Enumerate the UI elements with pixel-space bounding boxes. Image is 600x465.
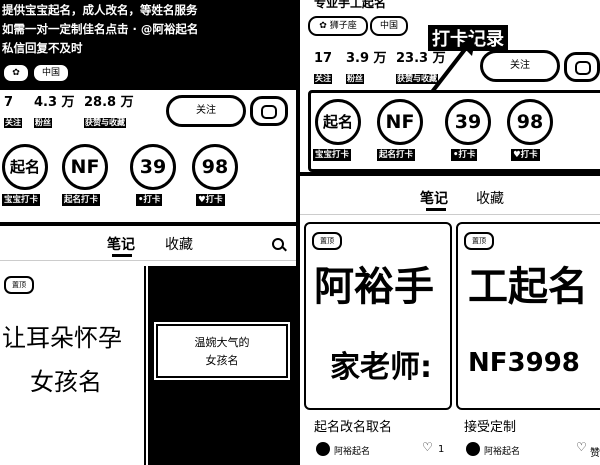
feed-left: 笔记 收藏 置顶 让耳朵怀孕 女孩名 温婉大气的 女孩名: [0, 226, 296, 465]
badge-nf[interactable]: NF: [62, 144, 108, 190]
note-card-1[interactable]: 置顶 让耳朵怀孕 女孩名: [0, 266, 146, 465]
gender-tag: ✿: [2, 63, 30, 83]
bio-line-3: 私信回复不及时: [2, 41, 83, 55]
card2-cover-line2: NF3998: [468, 348, 580, 378]
avatar[interactable]: [316, 442, 330, 456]
followers-count: 4.3 万: [34, 95, 75, 110]
profile-info-area: 7 关注 4.3 万 粉丝 28.8 万 获赞与收藏 关注 起名 宝宝打卡 NF…: [0, 90, 296, 222]
card2-label-box: 温婉大气的 女孩名: [154, 322, 290, 380]
card2-cover-line1: 工起名: [468, 264, 588, 310]
stat-followers[interactable]: 4.3 万 粉丝: [34, 96, 75, 129]
bio-line-2[interactable]: 如需一对一定制佳名点击 · @阿裕起名: [2, 21, 198, 37]
badge-nf-label: 起名打卡: [62, 194, 101, 206]
badge-qiming[interactable]: 起名: [315, 99, 361, 145]
heart-icon[interactable]: ♡: [422, 440, 433, 454]
badge-nf-label: 起名打卡: [377, 149, 416, 161]
likes-label: 获赞与收藏: [84, 118, 126, 128]
badge-39[interactable]: 39: [445, 99, 491, 145]
search-icon[interactable]: [272, 238, 284, 250]
bio-line-1: 提供宝宝起名，成人改名，等姓名服务: [2, 3, 198, 17]
badge-39[interactable]: 39: [130, 144, 176, 190]
card1-title-line1: 让耳朵怀孕: [2, 324, 122, 352]
badge-qiming-label: 宝宝打卡: [313, 149, 352, 161]
card1-caption: 起名改名取名: [314, 420, 393, 435]
card1-title-line2: 女孩名: [30, 368, 102, 396]
tab-notes-underline: [426, 208, 446, 211]
stat-following[interactable]: 7 关注: [4, 96, 22, 129]
badge-qiming[interactable]: 起名: [2, 144, 48, 190]
tab-collections[interactable]: 收藏: [476, 188, 504, 208]
tab-collections[interactable]: 收藏: [165, 234, 193, 254]
checkin-records-frame: 起名 宝宝打卡 NF 起名打卡 39 •打卡 98 ♥打卡: [308, 90, 600, 172]
badge-98[interactable]: 98: [192, 144, 238, 190]
following-count: 7: [4, 95, 14, 110]
card1-author[interactable]: 阿裕起名: [334, 444, 370, 457]
profile-header-right: 专业手工起名 ✿ 狮子座 中国 打卡记录 17 关注 3.9 万 粉丝 23.3…: [300, 0, 600, 172]
note-card-2[interactable]: 温婉大气的 女孩名: [148, 266, 296, 465]
profile-header-left: 提供宝宝起名，成人改名，等姓名服务 如需一对一定制佳名点击 · @阿裕起名 私信…: [0, 0, 296, 222]
card1-likes: 1: [438, 444, 445, 455]
card2-author[interactable]: 阿裕起名: [484, 444, 520, 457]
badge-nf[interactable]: NF: [377, 99, 423, 145]
follow-button[interactable]: 关注: [166, 95, 246, 127]
tab-notes[interactable]: 笔记: [107, 234, 135, 254]
badge-98[interactable]: 98: [507, 99, 553, 145]
badge-98-label: ♥打卡: [196, 194, 225, 206]
card1-cover-line2: 家老师:: [330, 350, 432, 385]
card2-likes: 赞: [590, 448, 600, 459]
location-tag: 中国: [32, 63, 70, 83]
message-button[interactable]: [250, 96, 288, 126]
heart-icon[interactable]: ♡: [576, 440, 587, 454]
note-card-1[interactable]: 置顶 阿裕手 家老师: 起名改名取名 阿裕起名 ♡ 1: [304, 222, 452, 465]
stat-likes[interactable]: 28.8 万 获赞与收藏: [84, 96, 134, 129]
note-card-2[interactable]: 置顶 工起名 NF3998 接受定制 阿裕起名 ♡ 赞: [456, 222, 600, 465]
card2-title-line1: 温婉大气的: [194, 336, 250, 349]
feed-right: 笔记 收藏 置顶 阿裕手 家老师: 起名改名取名 阿裕起名 ♡ 1 置顶 工起名…: [300, 176, 600, 465]
divider: [300, 214, 600, 215]
likes-count: 28.8 万: [84, 95, 134, 110]
badge-98-label: ♥打卡: [511, 149, 540, 161]
badge-39-label: •打卡: [451, 149, 478, 161]
avatar[interactable]: [466, 442, 480, 456]
badge-39-label: •打卡: [136, 194, 163, 206]
pinned-chip: 置顶: [4, 276, 34, 294]
card1-cover: 置顶 阿裕手 家老师:: [304, 222, 452, 410]
badge-qiming-label: 宝宝打卡: [2, 194, 41, 206]
divider: [0, 260, 296, 261]
following-label: 关注: [4, 118, 22, 128]
pinned-chip: 置顶: [464, 232, 494, 250]
card2-cover: 置顶 工起名 NF3998: [456, 222, 600, 410]
tab-notes[interactable]: 笔记: [420, 188, 448, 208]
card1-cover-line1: 阿裕手: [314, 264, 434, 310]
followers-label: 粉丝: [34, 118, 52, 128]
tab-notes-underline: [112, 254, 132, 257]
card2-title-line2: 女孩名: [205, 354, 239, 367]
pinned-chip: 置顶: [312, 232, 342, 250]
card2-caption: 接受定制: [464, 420, 517, 435]
